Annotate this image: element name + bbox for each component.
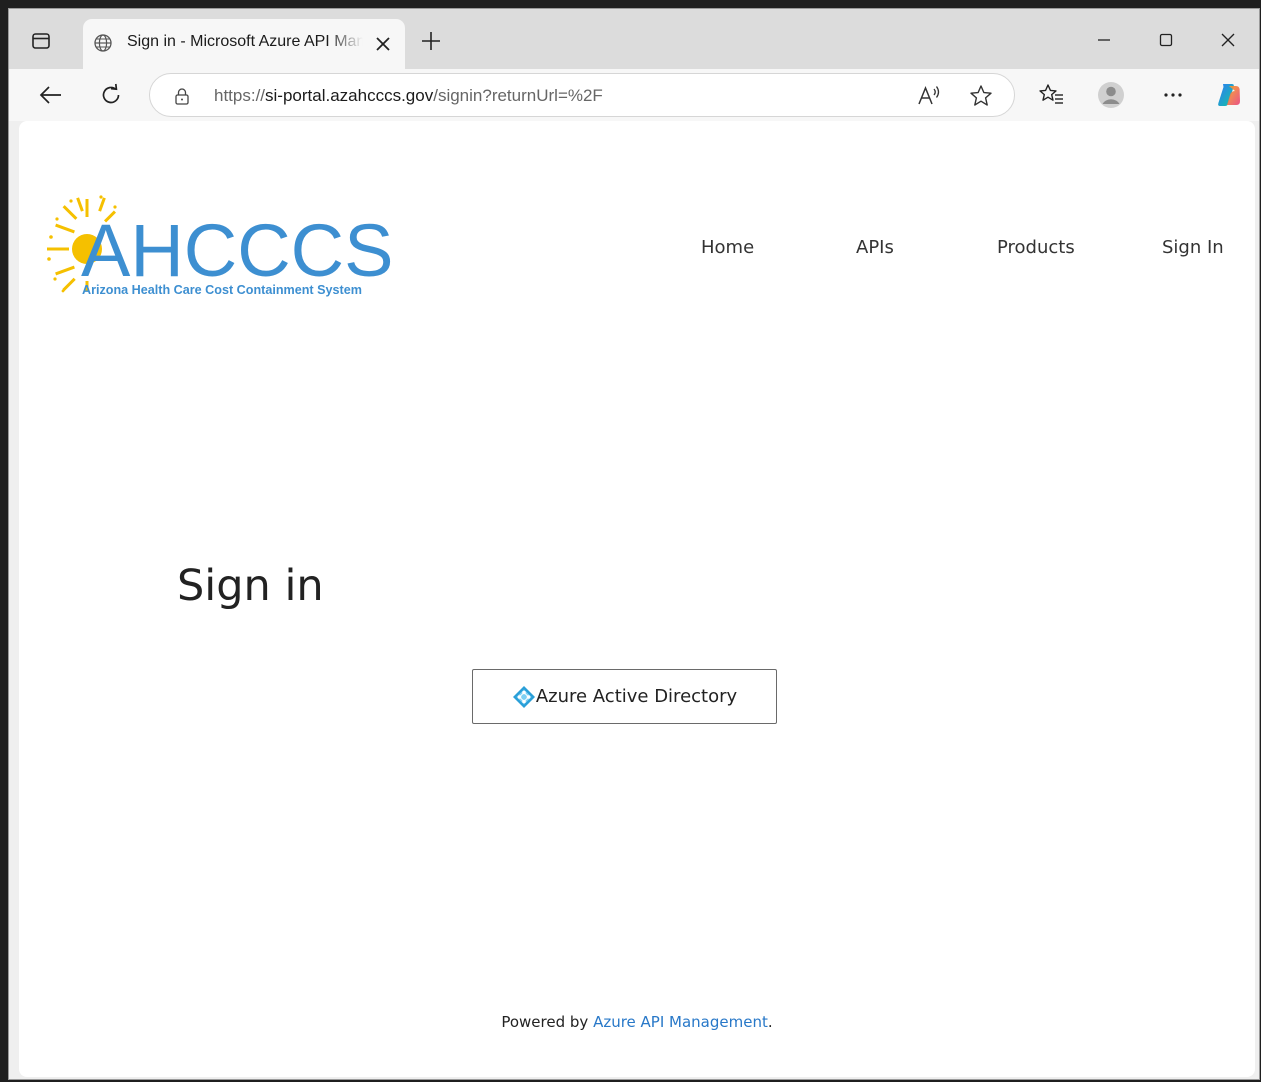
address-bar[interactable]: https://si-portal.azahcccs.gov/signin?re…	[149, 73, 1015, 117]
azure-ad-icon	[512, 685, 535, 708]
url-host: si-portal.azahcccs.gov	[265, 86, 434, 105]
read-aloud-icon[interactable]	[916, 83, 942, 109]
browser-toolbar: https://si-portal.azahcccs.gov/signin?re…	[9, 69, 1259, 121]
footer-suffix: .	[767, 1013, 773, 1031]
url-text: https://si-portal.azahcccs.gov/signin?re…	[214, 86, 603, 106]
favorites-icon[interactable]	[1037, 81, 1065, 109]
footer-link-azure-api-management[interactable]: Azure API Management	[593, 1013, 768, 1031]
star-icon[interactable]	[968, 83, 994, 109]
active-tab[interactable]: Sign in - Microsoft Azure API Management	[83, 19, 405, 69]
url-scheme: https://	[214, 86, 266, 105]
tab-actions-icon[interactable]	[31, 31, 51, 51]
url-path: /signin?returnUrl=%2F	[433, 86, 603, 105]
nav-apis[interactable]: APIs	[856, 237, 894, 258]
page-title: Sign in	[177, 561, 324, 611]
globe-icon	[94, 34, 112, 52]
copilot-icon[interactable]	[1215, 81, 1243, 109]
footer: Powered by Azure API Management.	[19, 1013, 1255, 1031]
nav-products[interactable]: Products	[997, 237, 1075, 258]
logo-wordmark: AHCCCS	[81, 209, 393, 292]
browser-window: Sign in - Microsoft Azure API Management	[8, 8, 1260, 1080]
back-arrow-icon[interactable]	[37, 81, 65, 109]
tab-strip: Sign in - Microsoft Azure API Management	[9, 9, 1259, 69]
profile-icon[interactable]	[1097, 81, 1125, 109]
azure-active-directory-label: Azure Active Directory	[535, 686, 738, 707]
footer-prefix: Powered by	[501, 1013, 594, 1031]
page-viewport: AHCCCS Arizona Health Care Cost Containm…	[19, 121, 1255, 1077]
close-window-icon[interactable]	[1205, 23, 1251, 57]
logo-tagline: Arizona Health Care Cost Containment Sys…	[82, 283, 362, 297]
nav-sign-in[interactable]: Sign In	[1162, 237, 1224, 258]
close-icon[interactable]	[371, 32, 395, 56]
nav-home[interactable]: Home	[701, 237, 754, 258]
minimize-icon[interactable]	[1081, 23, 1127, 57]
tab-title: Sign in - Microsoft Azure API Management	[127, 33, 363, 50]
plus-icon[interactable]	[419, 29, 443, 53]
lock-icon[interactable]	[172, 86, 192, 106]
ahcccs-logo[interactable]: AHCCCS Arizona Health Care Cost Containm…	[45, 193, 393, 297]
more-icon[interactable]	[1159, 81, 1187, 109]
maximize-icon[interactable]	[1143, 23, 1189, 57]
azure-active-directory-button[interactable]: Azure Active Directory	[472, 669, 777, 724]
reload-icon[interactable]	[97, 81, 125, 109]
